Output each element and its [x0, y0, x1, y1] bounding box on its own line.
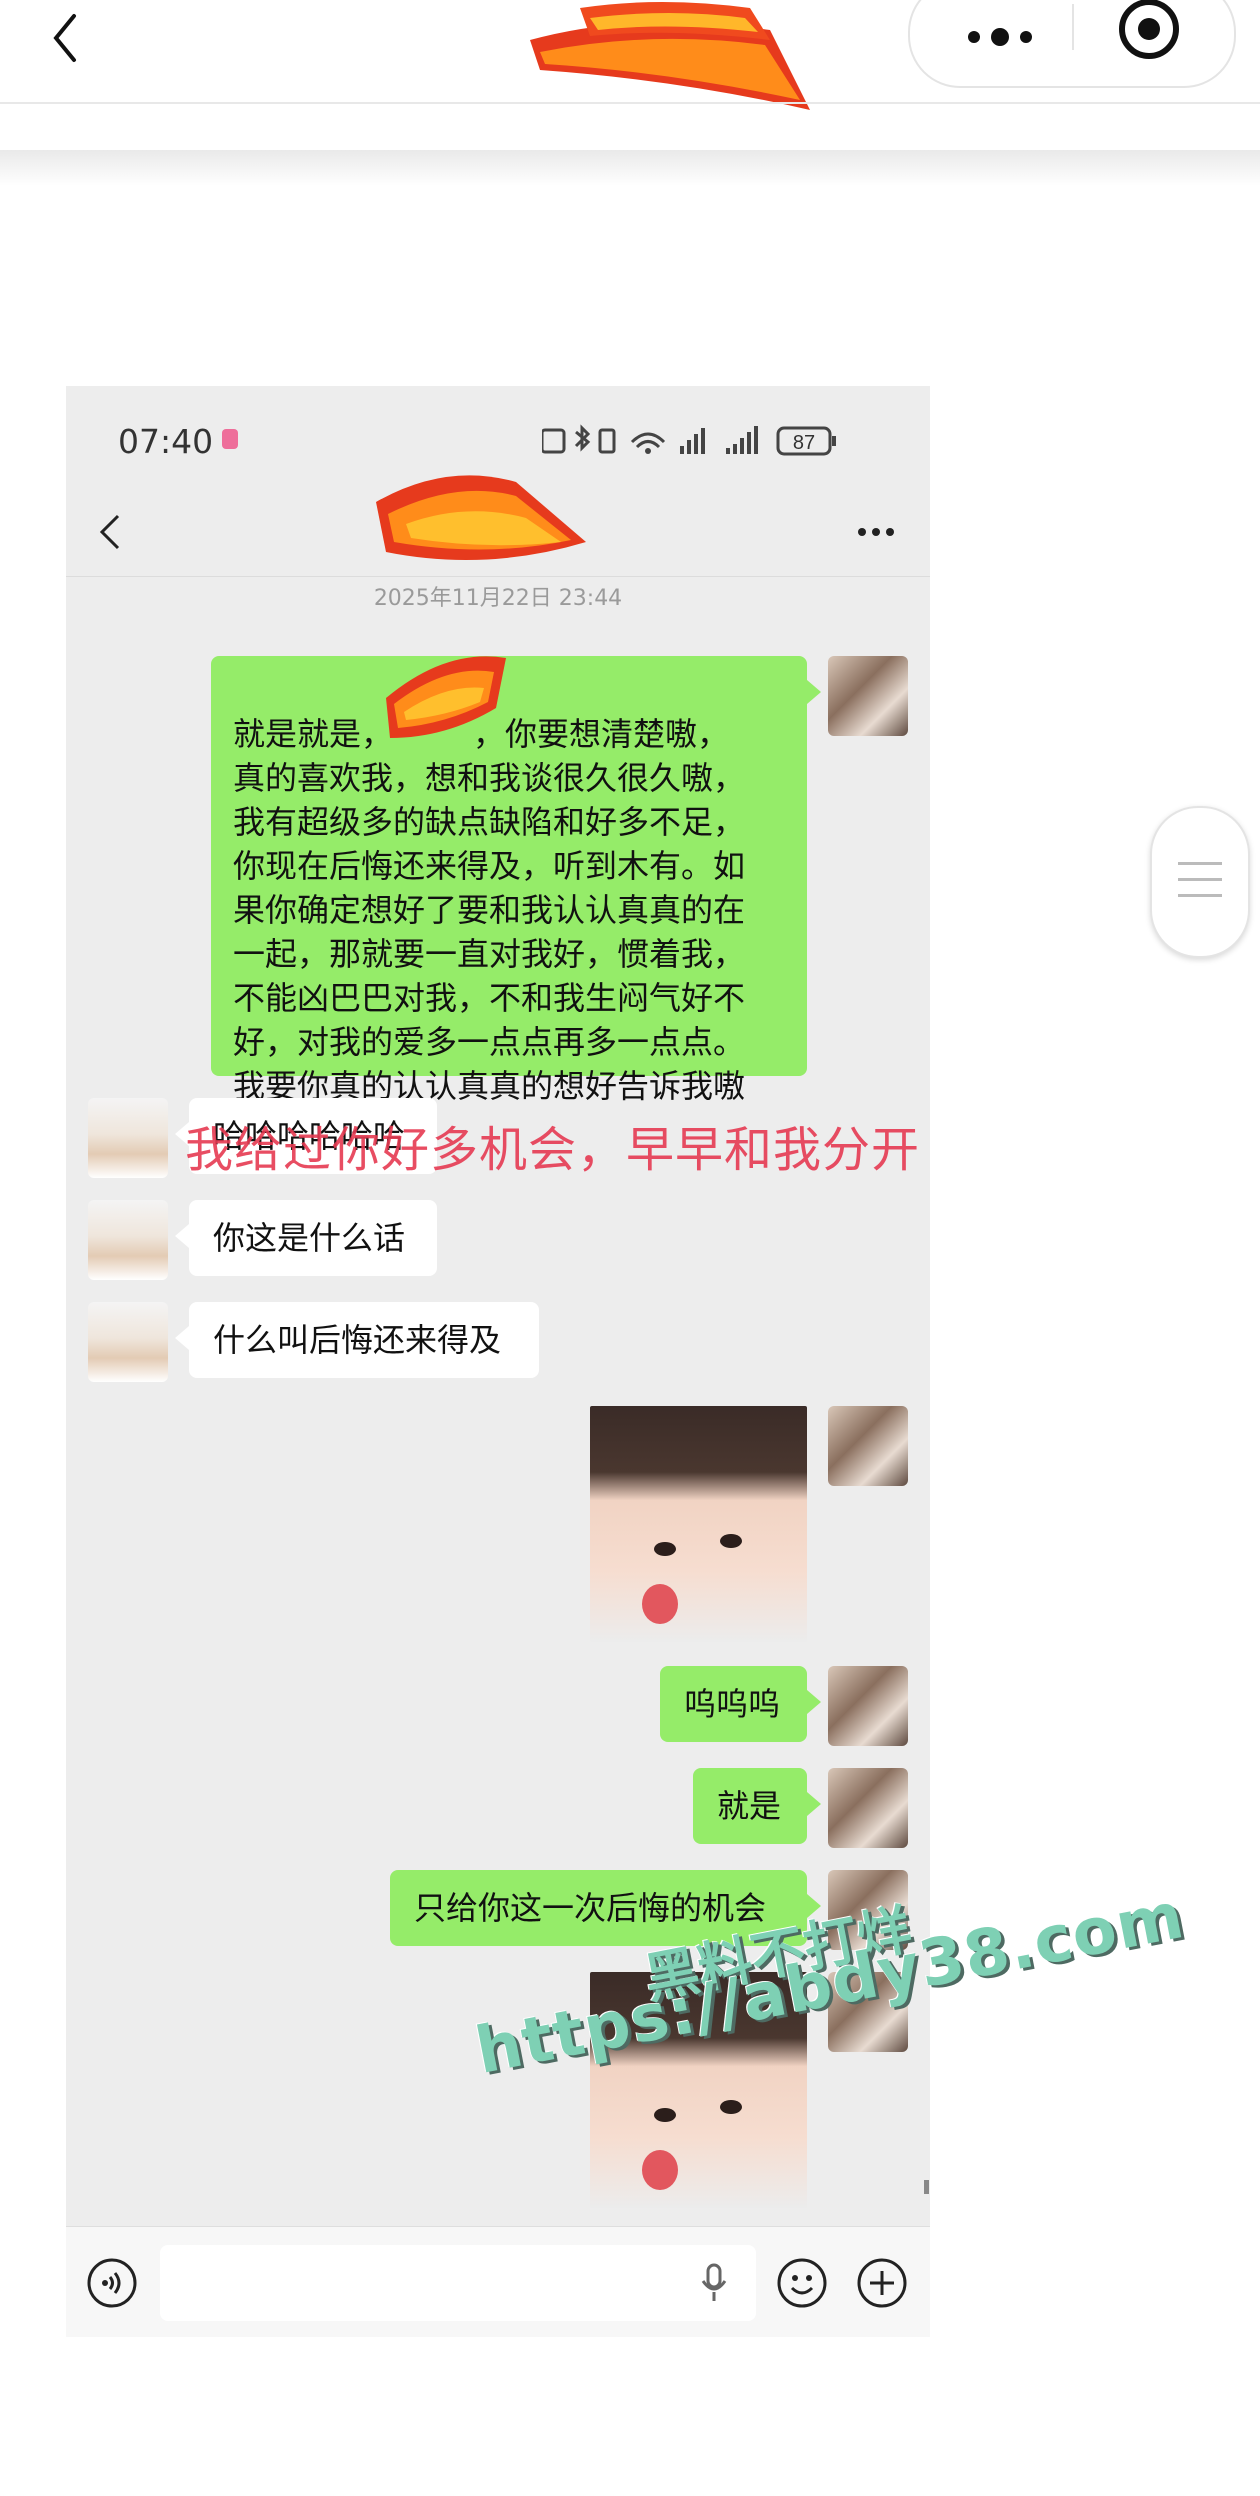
- target-circle-icon[interactable]: [1116, 0, 1182, 62]
- mic-icon[interactable]: [700, 2263, 728, 2303]
- chat-input-bar: [66, 2226, 930, 2337]
- bubble-tail: [175, 1224, 189, 1248]
- capsule-divider: [1072, 4, 1074, 50]
- vibrate-icon: [598, 428, 616, 454]
- my-avatar[interactable]: [828, 1406, 908, 1486]
- message-text: 就是: [717, 1787, 782, 1825]
- bubble-tail: [807, 1792, 821, 1816]
- message-timestamp: 2025年11月22日 23:44: [373, 586, 623, 611]
- app-indicator-icon: [222, 429, 238, 449]
- chevron-left-icon[interactable]: [44, 8, 104, 68]
- sticker-image[interactable]: [590, 1406, 807, 1642]
- header-divider: [66, 576, 930, 577]
- sticker-eye: [720, 1534, 742, 1548]
- contact-avatar[interactable]: [88, 1098, 168, 1178]
- contact-avatar[interactable]: [88, 1200, 168, 1280]
- sticker-eye: [654, 1542, 676, 1556]
- my-avatar[interactable]: [828, 1768, 908, 1848]
- censor-scribble: [530, 2, 810, 110]
- nfc-icon: [542, 428, 566, 454]
- censor-scribble: [376, 475, 586, 560]
- bubble-tail: [175, 1326, 189, 1350]
- signal-icon: [680, 428, 705, 454]
- more-dots-icon[interactable]: [856, 526, 896, 538]
- overlay-caption: 我给过你好多机会，早早和我分开: [185, 1122, 921, 1178]
- contact-avatar[interactable]: [88, 1302, 168, 1382]
- side-menu-handle[interactable]: [1150, 806, 1250, 958]
- bubble-tail: [807, 680, 821, 704]
- divider-shadow: [0, 150, 1260, 186]
- sticker-eye: [654, 2108, 676, 2122]
- my-avatar[interactable]: [828, 656, 908, 736]
- message-bubble[interactable]: 就是: [693, 1768, 821, 1844]
- scrollbar-thumb[interactable]: [924, 2180, 929, 2194]
- more-dots-icon[interactable]: [960, 4, 1040, 50]
- emoji-icon[interactable]: [776, 2257, 828, 2309]
- voice-icon[interactable]: [86, 2257, 138, 2309]
- status-time: 07:40: [118, 422, 214, 461]
- battery-level: 87: [793, 432, 815, 454]
- wifi-icon: [630, 432, 666, 449]
- plus-icon[interactable]: [856, 2257, 908, 2309]
- bubble-tail: [807, 1690, 821, 1714]
- sticker-mouth: [642, 1584, 678, 1624]
- message-text: 什么叫后悔还来得及: [213, 1321, 502, 1359]
- sticker-mouth: [642, 2150, 678, 2190]
- message-input[interactable]: [160, 2245, 756, 2321]
- message-bubble[interactable]: 呜呜呜: [660, 1666, 821, 1742]
- sticker-eye: [720, 2100, 742, 2114]
- message-bubble[interactable]: 你这是什么话: [175, 1200, 437, 1276]
- signal-icon: [726, 426, 758, 454]
- status-icons: 87: [542, 424, 836, 456]
- message-text: 就是就是， ，你要想清楚嗷， 真的喜欢我，想和我谈很久很久嗷， 我有超级多的缺点…: [233, 715, 746, 1105]
- divider: [0, 102, 1260, 104]
- message-text: 你这是什么话: [213, 1219, 406, 1257]
- my-avatar[interactable]: [828, 1666, 908, 1746]
- message-text: 呜呜呜: [684, 1685, 781, 1723]
- bluetooth-icon: [574, 424, 591, 452]
- message-bubble[interactable]: 什么叫后悔还来得及: [175, 1302, 539, 1378]
- censor-scribble: [386, 656, 506, 738]
- top-navigation-bar: [0, 0, 1260, 110]
- chevron-left-icon[interactable]: [96, 510, 126, 554]
- mini-program-capsule: [908, 0, 1236, 88]
